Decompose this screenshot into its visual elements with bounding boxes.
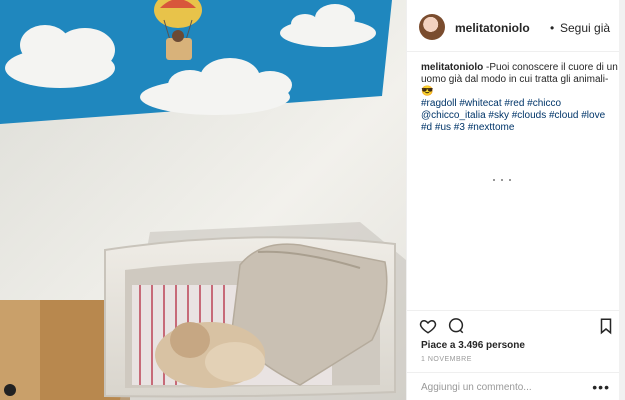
heart-icon[interactable] — [419, 317, 437, 335]
gear-icon[interactable] — [4, 384, 16, 396]
instagram-post-modal: melitatoniolo • Segui già melitatoniolo … — [0, 0, 625, 400]
post-header: melitatoniolo • Segui già — [407, 0, 625, 52]
caption-hashtags[interactable]: #ragdoll #whitecat #red #chicco @chicco_… — [421, 98, 605, 133]
likes-count[interactable]: Piace a 3.496 persone — [421, 340, 525, 351]
post-actions-bar — [407, 310, 625, 340]
caption-username-link[interactable]: melitatoniolo — [421, 62, 483, 73]
post-caption: melitatoniolo -Puoi conoscere il cuore d… — [421, 62, 619, 134]
separator-dot: • — [550, 21, 555, 35]
post-photo[interactable] — [0, 0, 406, 400]
post-date: 1 NOVEMBRE — [421, 356, 472, 363]
bookmark-icon[interactable] — [597, 317, 615, 335]
more-options-button[interactable]: ••• — [592, 379, 610, 395]
scrollbar[interactable] — [619, 0, 625, 400]
follow-status-button[interactable]: Segui già — [560, 21, 610, 35]
loading-dots-icon — [493, 179, 511, 181]
post-sidebar: melitatoniolo • Segui già melitatoniolo … — [406, 0, 625, 400]
avatar[interactable] — [419, 14, 445, 40]
comment-icon[interactable] — [447, 317, 465, 335]
username-link[interactable]: melitatoniolo — [455, 21, 530, 35]
post-photo-image — [0, 0, 406, 400]
comment-input[interactable]: Aggiungi un commento... — [421, 382, 532, 393]
sunglasses-emoji: 😎 — [421, 86, 434, 97]
comment-bar: Aggiungi un commento... ••• — [407, 372, 620, 400]
